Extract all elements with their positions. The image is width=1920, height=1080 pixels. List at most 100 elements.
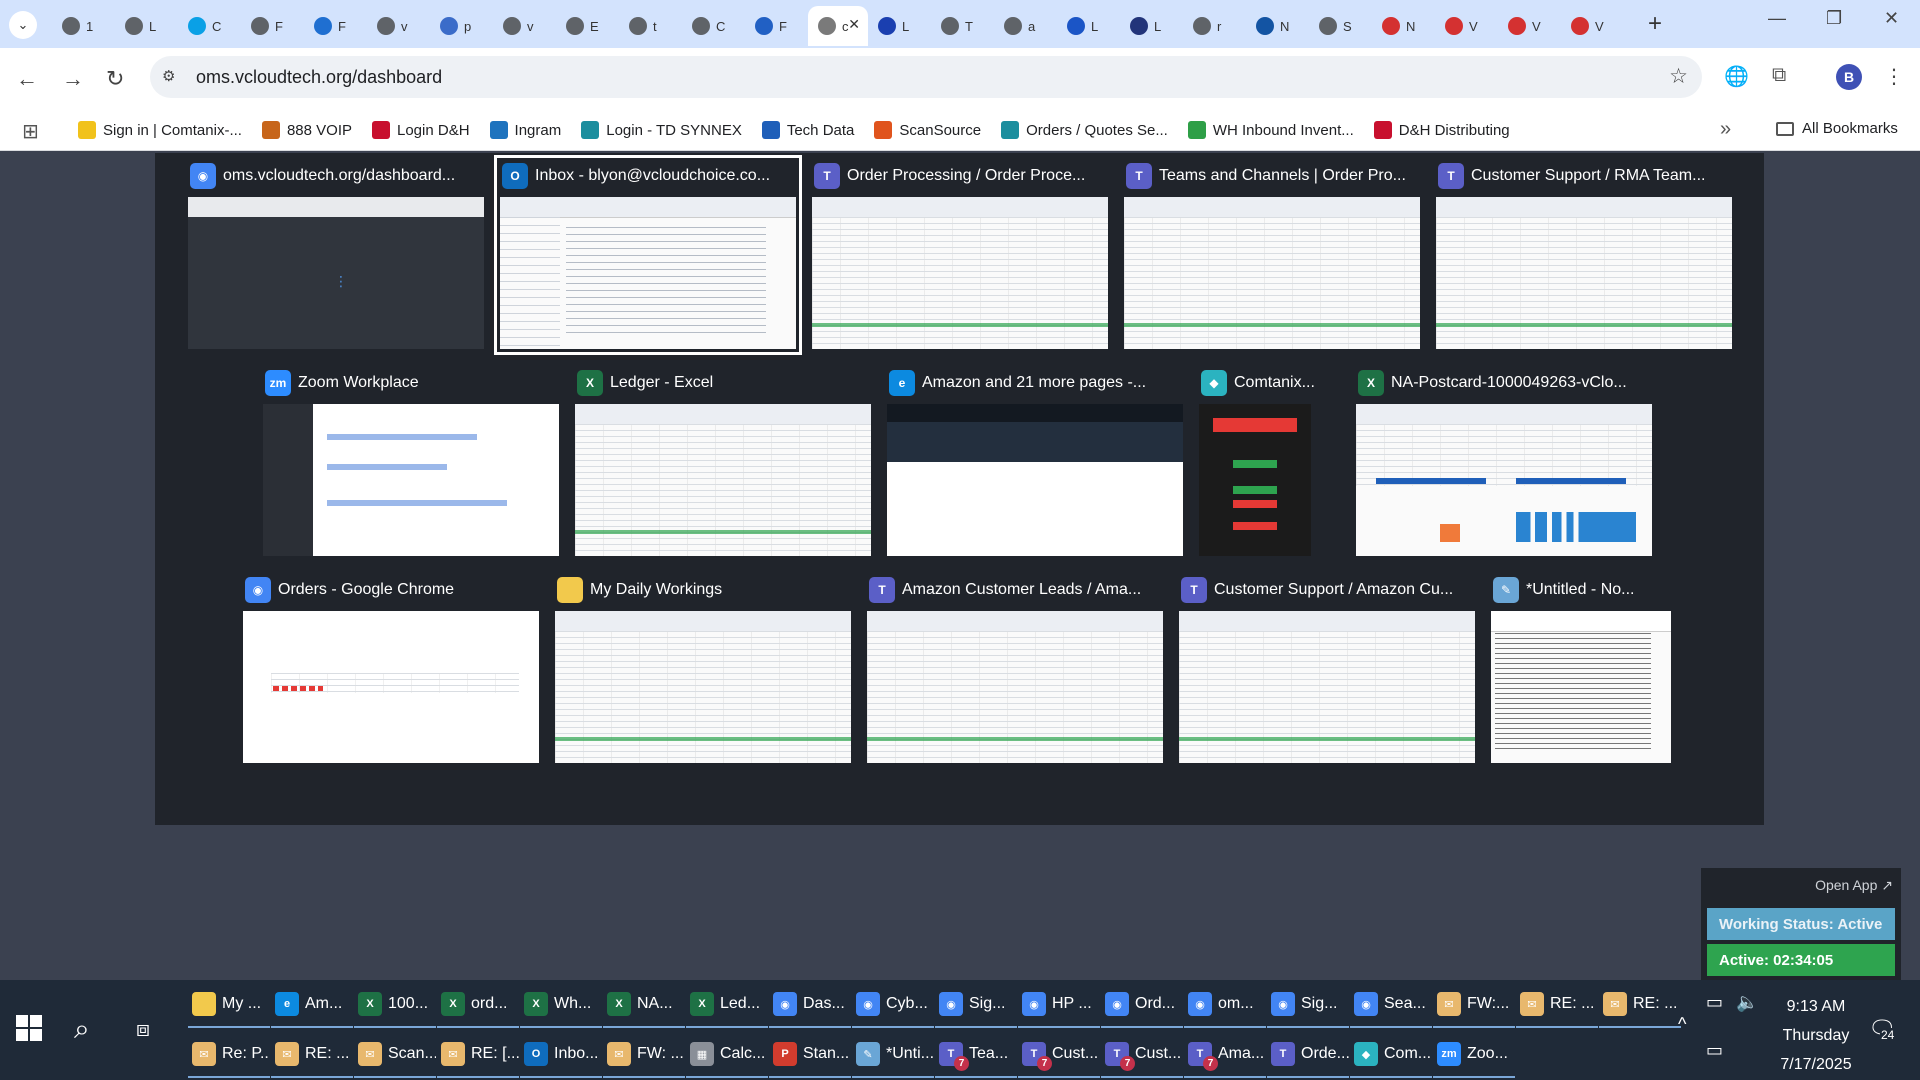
window-preview[interactable]: X Ledger - Excel xyxy=(575,368,871,556)
forward-icon[interactable]: → xyxy=(62,66,84,92)
taskbar-button[interactable]: ◉ Das... xyxy=(769,982,851,1028)
taskbar-button[interactable]: ◉ Sig... xyxy=(1267,982,1349,1028)
minimize-icon[interactable]: — xyxy=(1768,8,1786,29)
new-tab-button[interactable]: + xyxy=(1648,10,1662,38)
window-preview[interactable]: ✎ *Untitled - No... xyxy=(1491,575,1671,763)
tab[interactable]: N xyxy=(1246,6,1309,46)
window-preview[interactable]: O Inbox - blyon@vcloudchoice.co... xyxy=(494,155,802,355)
window-preview[interactable]: T Customer Support / RMA Team... xyxy=(1436,161,1732,349)
taskbar-button[interactable]: P Stan... xyxy=(769,1032,851,1078)
bookmark-item[interactable]: D&H Distributing xyxy=(1373,121,1510,139)
bookmark-item[interactable]: Orders / Quotes Se... xyxy=(1001,121,1168,139)
reload-icon[interactable]: ↻ xyxy=(106,66,124,92)
window-preview[interactable]: X NA-Postcard-1000049263-vClo... xyxy=(1356,368,1652,556)
site-info-icon[interactable]: ⚙ xyxy=(162,67,175,85)
window-preview[interactable]: My Daily Workings xyxy=(555,575,851,763)
taskbar-button[interactable]: ✉ RE: ... xyxy=(1599,982,1681,1028)
tab[interactable]: C xyxy=(682,6,745,46)
taskbar-button[interactable]: ✎ *Unti... xyxy=(852,1032,934,1078)
tab[interactable]: v xyxy=(367,6,430,46)
windows-start-icon[interactable] xyxy=(16,1015,42,1041)
tab[interactable]: L xyxy=(1057,6,1120,46)
taskbar-button[interactable]: ◉ Cyb... xyxy=(852,982,934,1028)
tab[interactable]: F xyxy=(304,6,367,46)
bookmark-item[interactable]: Ingram xyxy=(489,121,561,139)
tab[interactable]: V xyxy=(1561,6,1624,46)
tab[interactable]: 1 xyxy=(52,6,115,46)
taskbar-button[interactable]: Xord... xyxy=(437,982,519,1028)
tab[interactable]: T xyxy=(931,6,994,46)
bookmark-item[interactable]: ScanSource xyxy=(874,121,981,139)
bookmark-item[interactable]: Login - TD SYNNEX xyxy=(581,121,742,139)
open-app-button[interactable]: Open App ↗ xyxy=(1815,877,1893,894)
task-view-icon[interactable]: ⧈ xyxy=(136,1016,150,1042)
tab-active[interactable]: c ✕ xyxy=(808,6,868,46)
bookmark-item[interactable]: 888 VOIP xyxy=(261,121,352,139)
battery-icon[interactable]: ▭ xyxy=(1706,992,1723,1013)
bookmark-item[interactable]: Tech Data xyxy=(761,121,854,139)
window-preview[interactable]: ◆ Comtanix... xyxy=(1199,368,1315,556)
taskbar-button[interactable]: ◉ om... xyxy=(1184,982,1266,1028)
tab[interactable]: F xyxy=(745,6,808,46)
taskbar-button[interactable]: T 7 Tea... xyxy=(935,1032,1017,1078)
extensions-icon[interactable]: ⧉ xyxy=(1772,64,1786,87)
url-text[interactable]: oms.vcloudtech.org/dashboard xyxy=(196,67,442,88)
all-bookmarks-button[interactable]: All Bookmarks xyxy=(1776,120,1898,137)
taskbar-button[interactable]: ◉ HP ... xyxy=(1018,982,1100,1028)
taskbar-button[interactable]: ▦ Calc... xyxy=(686,1032,768,1078)
taskbar-button[interactable]: ◉ Sea... xyxy=(1350,982,1432,1028)
taskbar-button[interactable]: ◆ Com... xyxy=(1350,1032,1432,1078)
taskbar-button[interactable]: My ... xyxy=(188,982,270,1028)
system-clock[interactable]: 9:13 AM Thursday 7/17/2025 xyxy=(1760,992,1872,1079)
close-window-icon[interactable]: ✕ xyxy=(1884,8,1899,29)
taskbar-button[interactable]: X NA... xyxy=(603,982,685,1028)
notification-center-icon[interactable]: 🗨24 xyxy=(1868,1016,1896,1042)
bookmark-star-icon[interactable]: ☆ xyxy=(1669,64,1688,89)
window-preview[interactable]: T Order Processing / Order Proce... xyxy=(812,161,1108,349)
window-preview[interactable]: T Amazon Customer Leads / Ama... xyxy=(867,575,1163,763)
taskbar-button[interactable]: T 7 Cust... xyxy=(1101,1032,1183,1078)
tab[interactable]: F xyxy=(241,6,304,46)
tab[interactable]: v xyxy=(493,6,556,46)
tab[interactable]: E xyxy=(556,6,619,46)
taskbar-button[interactable]: T Orde... xyxy=(1267,1032,1349,1078)
tab[interactable]: p xyxy=(430,6,493,46)
window-preview[interactable]: ◉ oms.vcloudtech.org/dashboard... ⋮ xyxy=(188,161,484,349)
tab[interactable]: V xyxy=(1435,6,1498,46)
taskbar-button[interactable]: T 7 Ama... xyxy=(1184,1032,1266,1078)
tab[interactable]: V xyxy=(1498,6,1561,46)
tab[interactable]: r xyxy=(1183,6,1246,46)
bookmark-item[interactable]: WH Inbound Invent... xyxy=(1187,121,1354,139)
tab[interactable]: L xyxy=(1120,6,1183,46)
taskbar-button[interactable]: ✉ RE: ... xyxy=(1516,982,1598,1028)
taskbar-button[interactable]: ✉ FW:... xyxy=(1433,982,1515,1028)
taskbar-button[interactable]: T 7 Cust... xyxy=(1018,1032,1100,1078)
display-icon[interactable]: ▭ xyxy=(1706,1040,1723,1061)
tab-search-button[interactable]: ⌄ xyxy=(9,11,37,39)
taskbar-button[interactable]: X Wh... xyxy=(520,982,602,1028)
tab[interactable]: t xyxy=(619,6,682,46)
bookmark-item[interactable]: Sign in | Comtanix-... xyxy=(78,121,242,139)
search-icon[interactable]: ⌕ xyxy=(74,1013,90,1046)
window-preview[interactable]: T Customer Support / Amazon Cu... xyxy=(1179,575,1475,763)
tab[interactable]: a xyxy=(994,6,1057,46)
menu-icon[interactable]: ⋮ xyxy=(1884,64,1904,89)
close-tab-icon[interactable]: ✕ xyxy=(848,16,860,33)
tab[interactable]: L xyxy=(115,6,178,46)
apps-grid-icon[interactable]: ⊞ xyxy=(22,119,39,144)
back-icon[interactable]: ← xyxy=(16,66,38,92)
tab[interactable]: L xyxy=(868,6,931,46)
taskbar-button[interactable]: ◉ Ord... xyxy=(1101,982,1183,1028)
taskbar-button[interactable]: X 100... xyxy=(354,982,436,1028)
taskbar-button[interactable]: O Inbo... xyxy=(520,1032,602,1078)
taskbar-button[interactable]: ✉ Re: P... xyxy=(188,1032,270,1078)
tab[interactable]: N xyxy=(1372,6,1435,46)
address-bar[interactable]: ⚙ oms.vcloudtech.org/dashboard ☆ xyxy=(150,56,1702,98)
restore-icon[interactable]: ❐ xyxy=(1826,8,1842,29)
tab[interactable]: S xyxy=(1309,6,1372,46)
taskbar-button[interactable]: ◉ Sig... xyxy=(935,982,1017,1028)
window-preview[interactable]: e Amazon and 21 more pages -... xyxy=(887,368,1183,556)
window-preview[interactable]: T Teams and Channels | Order Pro... xyxy=(1124,161,1420,349)
taskbar-button[interactable]: ✉ RE: ... xyxy=(271,1032,353,1078)
profile-avatar[interactable]: B xyxy=(1836,64,1862,90)
